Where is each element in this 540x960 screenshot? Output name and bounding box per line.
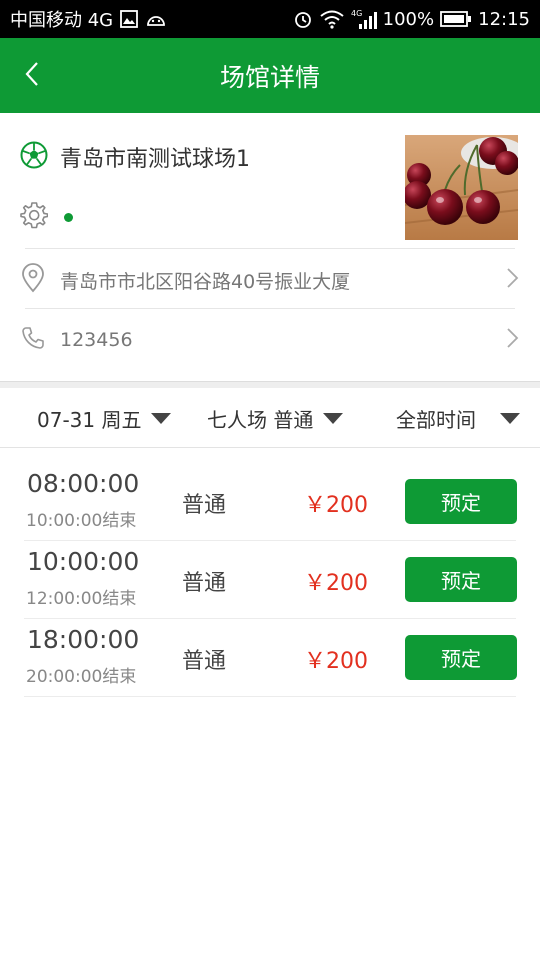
nav-bar: 场馆详情 [0,38,540,113]
book-button[interactable]: 预定 [405,557,517,602]
android-icon [145,9,167,29]
carrier-label: 中国移动 4G [10,10,114,31]
clock-label: 12:15 [478,8,530,30]
time-slot-row: 08:00:00 10:00:00结束 普通 ￥200 预定 [24,463,517,541]
time-slot-row: 10:00:00 12:00:00结束 普通 ￥200 预定 [24,541,517,619]
venue-name-row: 青岛市南测试球场1 [20,141,250,173]
network-label: 4G [351,9,362,18]
address-row[interactable]: 青岛市市北区阳谷路40号振业大厦 [20,251,520,309]
cherries-image [405,135,518,240]
back-button[interactable] [12,38,52,113]
location-pin-icon [20,263,46,297]
dropdown-arrow-icon [151,412,172,424]
status-bar: 中国移动 4G 4G 100% 12:15 [0,0,540,38]
status-indicator-dot [64,212,73,222]
chevron-left-icon [24,61,40,91]
divider [25,248,515,249]
signal-icon: 4G [351,8,377,30]
filter-bar: 07-31 周五 七人场 普通 全部时间 [0,388,540,448]
time-slot-list: 08:00:00 10:00:00结束 普通 ￥200 预定 10:00:00 … [0,463,540,697]
slot-price: ￥200 [304,493,368,518]
status-left: 中国移动 4G [10,6,167,32]
slot-end-time: 12:00:00结束 [26,589,137,609]
phone-row[interactable]: 123456 [20,311,520,369]
venue-address: 青岛市市北区阳谷路40号振业大厦 [60,270,351,293]
date-filter-dropdown[interactable]: 07-31 周五 [37,388,172,448]
battery-icon [440,10,472,28]
section-separator [0,381,540,388]
status-right: 4G 100% 12:15 [293,8,530,30]
slot-start-time: 18:00:00 [27,625,140,654]
venue-info: 青岛市南测试球场1 青岛市市北区阳谷路40号振业大厦 123456 [0,113,540,381]
time-filter-dropdown[interactable]: 全部时间 [396,388,520,448]
slot-price: ￥200 [304,649,368,674]
slot-end-time: 20:00:00结束 [26,667,137,687]
soccer-ball-icon [20,141,48,173]
slot-start-time: 10:00:00 [27,547,140,576]
book-button[interactable]: 预定 [405,635,517,680]
phone-icon [20,325,46,355]
image-icon [119,9,139,29]
alarm-icon [293,9,313,29]
divider [25,308,515,309]
slot-price: ￥200 [304,571,368,596]
dropdown-arrow-icon [323,412,344,424]
venue-status-row [20,201,73,233]
slot-start-time: 08:00:00 [27,469,140,498]
page-title: 场馆详情 [219,62,320,92]
venue-name: 青岛市南测试球场1 [60,147,250,172]
battery-label: 100% [382,8,435,30]
wifi-icon [319,9,345,29]
time-slot-row: 18:00:00 20:00:00结束 普通 ￥200 预定 [24,619,517,697]
date-filter-label: 07-31 周五 [37,407,142,432]
field-type-filter-label: 七人场 普通 [207,407,314,432]
slot-field-type: 普通 [182,493,227,518]
dropdown-arrow-icon [500,412,520,424]
chevron-right-icon [506,327,520,353]
book-button[interactable]: 预定 [405,479,517,524]
time-filter-label: 全部时间 [396,407,476,432]
venue-photo[interactable] [405,135,518,240]
slot-end-time: 10:00:00结束 [26,511,137,531]
slot-field-type: 普通 [182,649,227,674]
gear-icon [20,201,49,233]
venue-phone: 123456 [60,329,133,351]
chevron-right-icon [506,267,520,293]
slot-field-type: 普通 [182,571,227,596]
field-type-filter-dropdown[interactable]: 七人场 普通 [207,388,344,448]
